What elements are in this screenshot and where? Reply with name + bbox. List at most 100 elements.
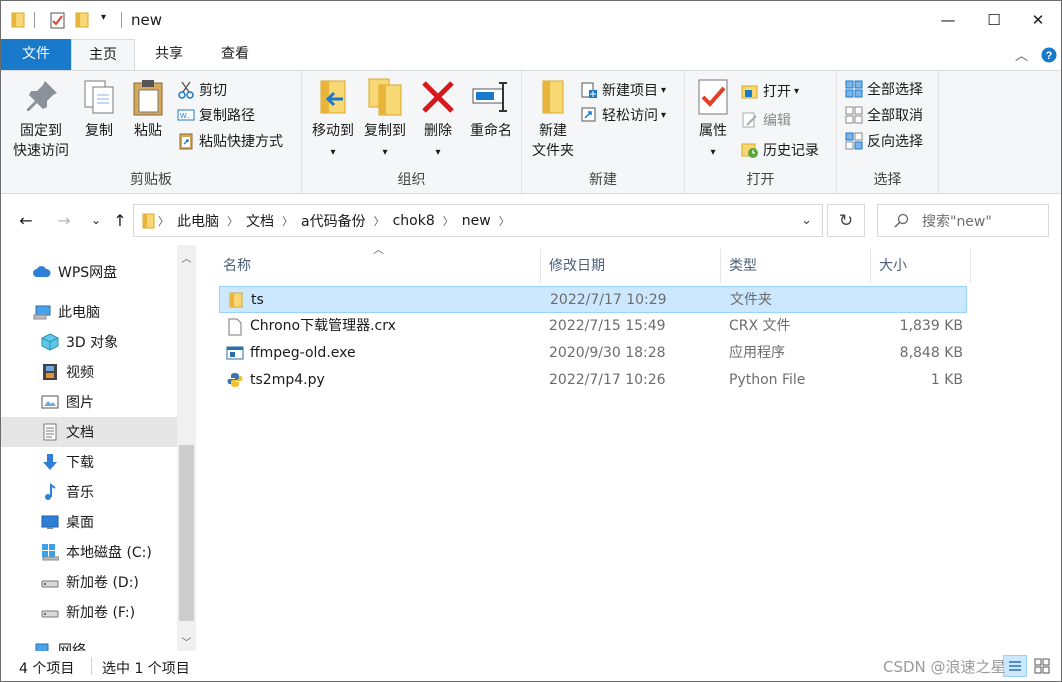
column-header-type[interactable]: 类型 bbox=[723, 249, 871, 283]
file-size: 8,848 KB bbox=[899, 345, 963, 361]
open-group: 属性 ▾ 打开 ▾ 编辑 历史记录 打开 bbox=[685, 71, 837, 193]
nav-item-pictures[interactable]: 图片 bbox=[1, 387, 177, 417]
item-count: 4 个项目 bbox=[19, 661, 75, 677]
column-header-size[interactable]: 大小 bbox=[873, 249, 971, 283]
easy-access-button[interactable]: 轻松访问 ▾ bbox=[580, 104, 666, 126]
copy-path-button[interactable]: W.. 复制路径 bbox=[177, 104, 255, 126]
breadcrumb-chok8[interactable]: chok8 bbox=[387, 213, 441, 229]
large-icons-view-button[interactable] bbox=[1031, 655, 1055, 677]
search-box[interactable]: 搜索"new" bbox=[877, 204, 1049, 237]
nav-item-drive-d[interactable]: 新加卷 (D:) bbox=[1, 567, 177, 597]
close-button[interactable]: ✕ bbox=[1015, 1, 1061, 39]
nav-item-videos[interactable]: 视频 bbox=[1, 357, 177, 387]
properties-icon[interactable] bbox=[49, 11, 67, 29]
scroll-up-button[interactable]: ︿ bbox=[177, 247, 196, 267]
nav-item-drive-f[interactable]: 新加卷 (F:) bbox=[1, 597, 177, 627]
nav-item-network[interactable]: 网络 bbox=[1, 635, 177, 651]
ribbon-tabs: 文件 主页 共享 查看 ︿ ? bbox=[1, 39, 1061, 71]
scroll-thumb[interactable] bbox=[179, 445, 194, 621]
nav-item-documents[interactable]: 文档 bbox=[1, 417, 177, 447]
crumb-separator: 〉 bbox=[373, 214, 385, 228]
new-item-button[interactable]: 新建项目 ▾ bbox=[580, 79, 666, 101]
details-view-button[interactable] bbox=[1003, 655, 1027, 677]
clipboard-group-label: 剪贴板 bbox=[130, 172, 172, 188]
column-header-name[interactable]: 名称 bbox=[217, 249, 541, 283]
history-button[interactable]: 历史记录 bbox=[741, 139, 819, 161]
open-button[interactable]: 打开 ▾ bbox=[741, 80, 799, 102]
easy-access-dropdown-icon: ▾ bbox=[661, 109, 667, 121]
maximize-button[interactable]: ☐ bbox=[971, 1, 1017, 39]
svg-text:?: ? bbox=[1046, 50, 1053, 62]
chevron-down-icon: ⌄ bbox=[90, 213, 102, 227]
invert-selection-button[interactable]: 反向选择 bbox=[845, 130, 923, 152]
nav-scrollbar[interactable]: ︿ ﹀ bbox=[177, 245, 196, 651]
clipboard-group: 固定到 快速访问 复制 粘贴 剪切 W.. 复制路径 粘贴快捷方式 剪贴板 bbox=[1, 71, 302, 193]
breadcrumb-documents[interactable]: 文档 bbox=[240, 211, 280, 231]
close-icon: ✕ bbox=[1031, 11, 1045, 29]
table-row[interactable]: Chrono下载管理器.crx 2022/7/15 15:49 CRX 文件 1… bbox=[219, 313, 967, 340]
copy-to-button[interactable]: 复制到 ▾ bbox=[358, 77, 412, 163]
nav-item-music[interactable]: 音乐 bbox=[1, 477, 177, 507]
film-icon bbox=[43, 364, 57, 380]
crumb-separator: 〉 bbox=[498, 214, 510, 228]
forward-button[interactable]: → bbox=[53, 209, 75, 231]
new-folder-button[interactable]: 新建 文件夹 bbox=[526, 77, 580, 161]
breadcrumb-new[interactable]: new bbox=[456, 213, 497, 229]
table-row[interactable]: ts2mp4.py 2022/7/17 10:26 Python File 1 … bbox=[219, 367, 967, 394]
nav-item-downloads[interactable]: 下载 bbox=[1, 447, 177, 477]
minimize-button[interactable]: — bbox=[925, 1, 971, 39]
table-row[interactable]: ts 2022/7/17 10:29 文件夹 bbox=[219, 286, 967, 313]
collapse-ribbon-button[interactable]: ︿ bbox=[1015, 39, 1028, 70]
edit-button[interactable]: 编辑 bbox=[741, 109, 791, 131]
breadcrumb-this-pc[interactable]: 此电脑 bbox=[171, 211, 225, 231]
delete-button[interactable]: 删除 ▾ bbox=[418, 77, 458, 163]
tab-file[interactable]: 文件 bbox=[1, 39, 71, 70]
new-folder-icon[interactable] bbox=[75, 11, 91, 29]
select-none-button[interactable]: 全部取消 bbox=[845, 104, 923, 126]
crumb-separator: 〉 bbox=[442, 214, 454, 228]
nav-item-3d-objects[interactable]: 3D 对象 bbox=[1, 327, 177, 357]
nav-item-drive-c[interactable]: 本地磁盘 (C:) bbox=[1, 537, 177, 567]
easy-access-icon bbox=[581, 107, 596, 122]
help-button[interactable]: ? bbox=[1041, 39, 1057, 70]
back-button[interactable]: ← bbox=[15, 209, 37, 231]
pin-quick-access-button[interactable]: 固定到 快速访问 bbox=[7, 77, 75, 161]
address-bar[interactable]: 〉 此电脑 〉 文档 〉 a代码备份 〉 chok8 〉 new 〉 ⌄ bbox=[133, 204, 823, 237]
nav-item-wps-cloud[interactable]: WPS网盘 bbox=[1, 257, 177, 287]
move-to-icon bbox=[320, 80, 346, 114]
scroll-down-button[interactable]: ﹀ bbox=[177, 631, 196, 651]
arrow-right-icon: → bbox=[57, 210, 71, 230]
chevron-up-icon: ︿ bbox=[1015, 49, 1029, 64]
tab-share[interactable]: 共享 bbox=[137, 39, 201, 70]
nav-item-this-pc[interactable]: 此电脑 bbox=[1, 297, 177, 327]
table-row[interactable]: ffmpeg-old.exe 2020/9/30 18:28 应用程序 8,84… bbox=[219, 340, 967, 367]
open-folder-icon bbox=[741, 85, 758, 99]
svg-text:W..: W.. bbox=[180, 113, 190, 120]
document-icon bbox=[43, 423, 57, 441]
copy-button[interactable]: 复制 bbox=[77, 77, 121, 141]
file-type: Python File bbox=[729, 372, 806, 388]
up-button[interactable]: ↑ bbox=[109, 209, 131, 231]
cut-button[interactable]: 剪切 bbox=[177, 79, 227, 101]
quick-access-dropdown-icon[interactable]: ▾ bbox=[101, 12, 106, 23]
nav-item-desktop[interactable]: 桌面 bbox=[1, 507, 177, 537]
breadcrumb-code-backup[interactable]: a代码备份 bbox=[295, 211, 372, 231]
properties-button[interactable]: 属性 ▾ bbox=[689, 77, 737, 163]
select-all-button[interactable]: 全部选择 bbox=[845, 78, 923, 100]
tab-home[interactable]: 主页 bbox=[71, 39, 135, 71]
recent-locations-button[interactable]: ⌄ bbox=[85, 209, 107, 231]
new-group-label: 新建 bbox=[589, 172, 617, 188]
refresh-button[interactable]: ↻ bbox=[827, 204, 865, 237]
column-header-date[interactable]: 修改日期 bbox=[543, 249, 721, 283]
tab-view[interactable]: 查看 bbox=[203, 39, 267, 70]
move-to-button[interactable]: 移动到 ▾ bbox=[306, 77, 360, 163]
copy-to-icon bbox=[368, 78, 402, 116]
paste-button[interactable]: 粘贴 bbox=[125, 77, 171, 141]
file-date: 2022/7/17 10:29 bbox=[550, 292, 667, 308]
new-folder-icon bbox=[542, 80, 564, 114]
paste-shortcut-button[interactable]: 粘贴快捷方式 bbox=[177, 130, 283, 152]
address-dropdown-icon[interactable]: ⌄ bbox=[801, 213, 812, 228]
drive-c-icon bbox=[42, 544, 59, 561]
rename-button[interactable]: 重命名 bbox=[464, 77, 518, 141]
address-row: ← → ⌄ ↑ 〉 此电脑 〉 文档 〉 a代码备份 〉 chok8 〉 new… bbox=[1, 195, 1061, 245]
